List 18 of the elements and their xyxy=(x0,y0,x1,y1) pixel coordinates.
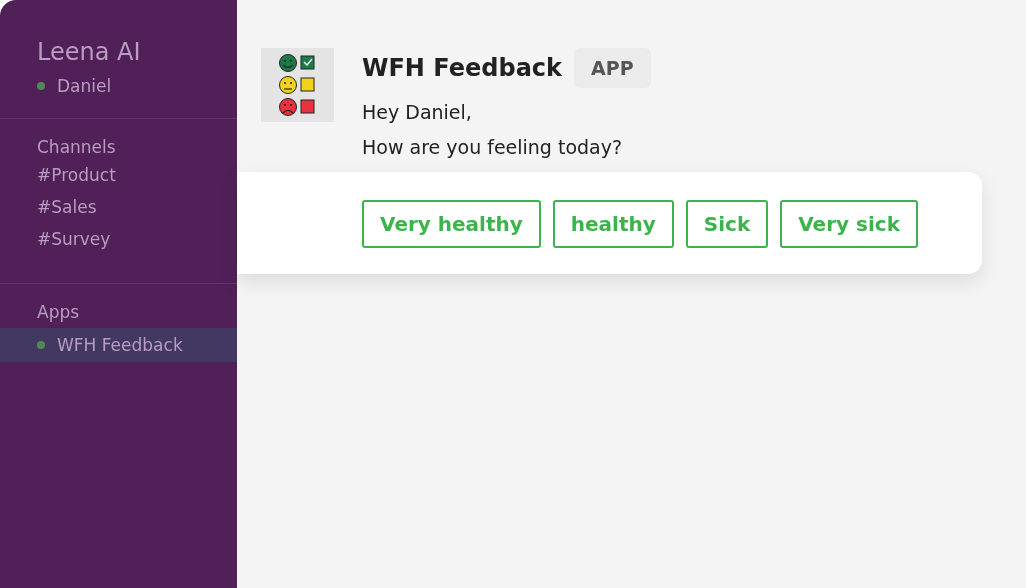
section-heading: Apps xyxy=(36,302,81,324)
user-name: Daniel xyxy=(57,76,112,96)
app-item[interactable]: WFH Feedback xyxy=(0,328,237,362)
message-text: Hey Daniel, xyxy=(362,101,473,123)
app-tag: APP xyxy=(574,48,651,88)
option-button[interactable]: Very healthy xyxy=(362,200,541,248)
option-button[interactable]: Very sick xyxy=(780,200,918,248)
option-button[interactable]: Sick xyxy=(685,200,769,248)
message-text: How are you feeling today? xyxy=(362,136,624,158)
channel-item[interactable]: #Product xyxy=(0,159,237,191)
channel-item[interactable]: #Survey xyxy=(0,223,237,255)
option-button[interactable]: healthy xyxy=(552,200,674,248)
section-heading: Channels xyxy=(36,137,117,159)
app-name: WFH Feedback xyxy=(57,335,183,355)
sender-name: WFH Feedback xyxy=(362,54,563,82)
channel-item[interactable]: #Sales xyxy=(0,191,237,223)
feedback-faces-icon xyxy=(261,48,334,122)
workspace-title: Leena AI xyxy=(37,38,142,66)
